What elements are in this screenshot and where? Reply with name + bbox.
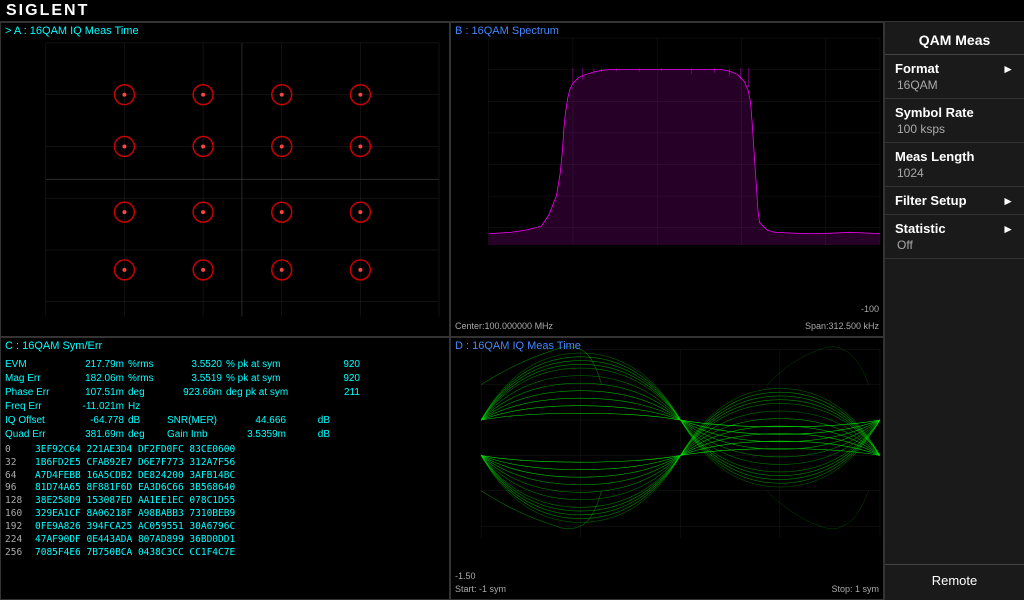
panel-a-svg [1,23,449,337]
panel-c: C : 16QAM Sym/Err EVM 217.79m %rms 3.552… [0,337,450,600]
hex-row-128: 12838E258D9 153087ED AA1EE1EC 078C1D55 [5,495,445,508]
panel-b-ybottom: -100 [861,304,879,314]
sidebar-filtersetup-label: Filter Setup [895,193,967,208]
sidebar-remote: Remote [885,564,1024,596]
sidebar-item-symbolrate: Symbol Rate 100 ksps [885,99,1024,143]
panel-d-xstart: Start: -1 sym [455,584,506,594]
hex-row-160: 160329EA1CF 8A06218F A98BABB3 7310BEB9 [5,508,445,521]
panel-d: D : 16QAM IQ Meas Time 1.50 I-Eye 300m /… [450,337,884,600]
sidebar-item-measlength: Meas Length 1024 [885,143,1024,187]
sidebar-symbolrate-value: 100 ksps [895,122,1014,136]
statistic-arrow-icon: ► [1002,222,1014,236]
panel-d-xstop: Stop: 1 sym [831,584,879,594]
sidebar: QAM Meas Format ► 16QAM Symbol Rate 100 … [884,22,1024,600]
panel-b-svg [451,23,883,260]
sidebar-statistic-label: Statistic [895,221,946,236]
hex-row-0: 03EF92C64 221AE3D4 DF2FD0FC 83CE0600 [5,444,445,457]
panel-d-ymin: -1.50 [455,571,476,581]
panel-b-span: Span:312.500 kHz [805,321,879,331]
hex-data: 03EF92C64 221AE3D4 DF2FD0FC 83CE0600 321… [5,444,445,559]
sidebar-format-label: Format [895,61,939,76]
sidebar-item-statistic[interactable]: Statistic ► Off [885,215,1024,259]
main-layout: > A : 16QAM IQ Meas Time 1.50 Const 300m… [0,22,1024,600]
panel-a-title: > A : 16QAM IQ Meas Time [5,25,139,37]
data-row-quaderr: Quad Err 381.69m deg Gain Imb 3.5359m dB [5,428,445,442]
panel-b-title: B : 16QAM Spectrum [455,25,559,37]
hex-row-192: 1920FE9A826 394FCA25 AC059551 30A6796C [5,521,445,534]
panel-b-center: Center:100.000000 MHz [455,321,553,331]
sidebar-item-format[interactable]: Format ► 16QAM [885,55,1024,99]
hex-row-96: 9681D74A65 8F881F6D EA3D6C66 3B568640 [5,482,445,495]
panels-grid: > A : 16QAM IQ Meas Time 1.50 Const 300m… [0,22,884,600]
data-row-evm: EVM 217.79m %rms 3.5520 % pk at sym 920 [5,358,445,372]
filtersetup-arrow-icon: ► [1002,194,1014,208]
sidebar-measlength-label: Meas Length [895,149,974,164]
hex-row-256: 2567085F4E6 7B750BCA 0438C3CC CC1F4C7E [5,547,445,560]
sidebar-item-filtersetup[interactable]: Filter Setup ► [885,187,1024,215]
data-row-phaseerr: Phase Err 107.51m deg 923.66m deg pk at … [5,386,445,400]
sidebar-measlength-value: 1024 [895,166,1014,180]
hex-row-32: 321B6FD2E5 CFAB92E7 D6E7F773 312A7F56 [5,457,445,470]
hex-row-64: 64A7D4FEBB 16A5CDB2 DE824200 3AFB14BC [5,470,445,483]
logo: SIGLENT [6,2,89,20]
panel-d-svg [451,338,883,552]
data-row-magerr: Mag Err 182.06m %rms 3.5519 % pk at sym … [5,372,445,386]
panel-a: > A : 16QAM IQ Meas Time 1.50 Const 300m… [0,22,450,337]
data-row-freqerr: Freq Err -11.021m Hz [5,400,445,414]
data-row-iqoffset: IQ Offset -64.778 dB SNR(MER) 44.666 dB [5,414,445,428]
hex-row-224: 22447AF90DF 0E443ADA 807AD899 36BD0DD1 [5,534,445,547]
panel-d-title: D : 16QAM IQ Meas Time [455,340,581,352]
remote-label: Remote [932,573,978,588]
panel-c-title: C : 16QAM Sym/Err [5,340,102,352]
sidebar-symbolrate-label: Symbol Rate [895,105,974,120]
sidebar-statistic-value: Off [895,238,1014,252]
panel-c-data: EVM 217.79m %rms 3.5520 % pk at sym 920 … [1,356,449,599]
sidebar-format-value: 16QAM [895,78,1014,92]
panel-b: B : 16QAM Spectrum 0.00 dBm LogMag 10.0 … [450,22,884,337]
sidebar-title: QAM Meas [885,26,1024,55]
format-arrow-icon: ► [1002,62,1014,76]
header: SIGLENT [0,0,1024,22]
